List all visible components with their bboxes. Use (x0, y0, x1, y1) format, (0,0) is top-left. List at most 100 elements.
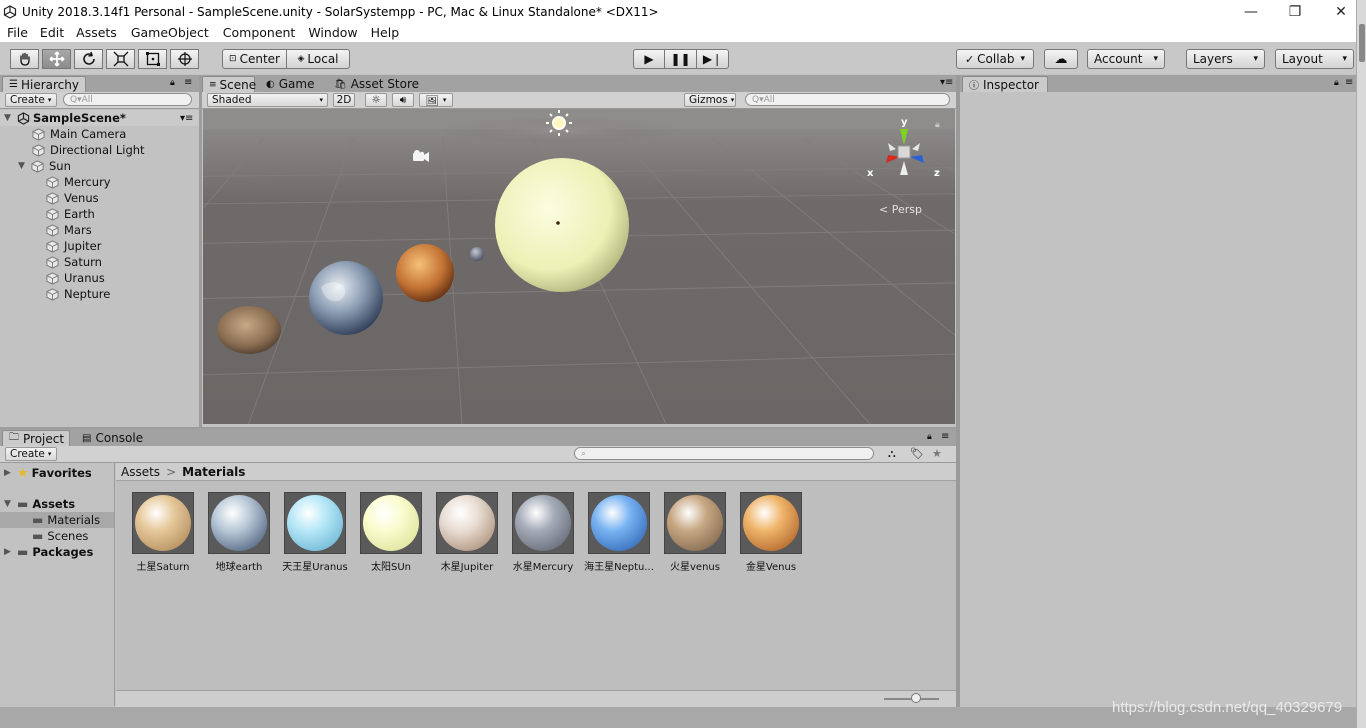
cloud-button[interactable]: ☁ (1044, 49, 1078, 69)
rotate-tool-button[interactable] (74, 49, 103, 69)
hierarchy-item-sun[interactable]: ▼ Sun (18, 158, 71, 174)
window-scrollbar[interactable] (1356, 0, 1366, 728)
hierarchy-item-nepture[interactable]: Nepture (46, 286, 110, 302)
lock-icon[interactable]: 🔒︎ (170, 78, 175, 88)
rotate-icon (82, 51, 95, 65)
expand-arrow-icon[interactable]: ▼ (18, 161, 31, 171)
scale-tool-button[interactable] (106, 49, 135, 69)
material-thumbnail[interactable] (360, 492, 422, 554)
menu-gameobject[interactable]: GameObject (124, 25, 209, 40)
scrollbar-thumb[interactable] (1359, 24, 1365, 62)
project-create-button[interactable]: Create ▾ (5, 447, 57, 461)
expand-arrow-icon[interactable]: ▼ (4, 499, 17, 509)
splitter[interactable] (199, 75, 202, 427)
hierarchy-item-mercury[interactable]: Mercury (46, 174, 111, 190)
tab-asset-store[interactable]: 🛍︎ Asset Store (328, 76, 425, 92)
packages-row[interactable]: ▶ ▬ Packages (4, 544, 93, 560)
scene-row[interactable]: ▼ SampleScene* ▾≡ (0, 110, 199, 126)
favorites-row[interactable]: ▶ ★ Favorites (4, 465, 92, 481)
panel-menu-icon[interactable]: ≡ (1345, 77, 1353, 88)
hierarchy-search-input[interactable]: Q▾All (63, 93, 192, 106)
menu-edit[interactable]: Edit (33, 25, 64, 40)
menu-file[interactable]: File (0, 25, 28, 40)
panel-menu-icon[interactable]: ≡ (184, 77, 192, 88)
material-thumbnail[interactable] (664, 492, 726, 554)
material-thumbnail[interactable] (588, 492, 650, 554)
perspective-label[interactable]: < Persp (879, 203, 922, 216)
gizmos-dropdown[interactable]: Gizmos ▾ (684, 93, 736, 107)
material-thumbnail[interactable] (208, 492, 270, 554)
collab-dropdown[interactable]: ✓ Collab (956, 49, 1034, 69)
layers-dropdown[interactable]: Layers (1186, 49, 1265, 69)
material-thumbnail[interactable] (436, 492, 498, 554)
hierarchy-item-saturn[interactable]: Saturn (46, 254, 102, 270)
lock-icon[interactable]: 🔒︎ (927, 432, 932, 442)
hierarchy-item-mars[interactable]: Mars (46, 222, 92, 238)
collapse-arrow-icon[interactable]: ▶ (4, 468, 17, 478)
assets-row[interactable]: ▼ ▬ Assets (4, 496, 75, 512)
pivot-center-button[interactable]: ⊡ Center (222, 49, 287, 69)
scene-viewport[interactable]: y x z 🔒︎ < Persp (203, 109, 955, 424)
scene-grid (203, 109, 955, 424)
scene-lock-icon[interactable]: 🔒︎ (935, 120, 940, 130)
material-thumbnail[interactable] (740, 492, 802, 554)
material-thumbnail[interactable] (512, 492, 574, 554)
expand-arrow-icon[interactable]: ▼ (4, 113, 17, 123)
shading-mode-dropdown[interactable]: Shaded ▾ (207, 93, 328, 107)
menu-window[interactable]: Window (301, 25, 357, 40)
tab-hierarchy[interactable]: ☰ Hierarchy (2, 76, 86, 92)
tab-console[interactable]: ▤ Console (76, 430, 149, 446)
panel-menu-icon[interactable]: ▾≡ (940, 77, 953, 88)
material-thumbnail[interactable] (284, 492, 346, 554)
icon-size-slider-thumb[interactable] (911, 693, 921, 703)
rect-tool-button[interactable] (138, 49, 167, 69)
breadcrumb-assets[interactable]: Assets (121, 465, 160, 479)
filter-by-label-icon[interactable]: 🏷︎ (910, 447, 924, 460)
transform-tool-button[interactable] (170, 49, 199, 69)
project-search-input[interactable]: ⌕ (574, 447, 874, 460)
filter-by-type-icon[interactable]: ⛬ (888, 447, 896, 461)
effects-dropdown[interactable]: 🖼︎ ▾ (419, 93, 453, 107)
account-dropdown[interactable]: Account (1087, 49, 1165, 69)
maximize-button[interactable]: ❐ (1272, 0, 1318, 23)
scenes-folder-row[interactable]: ▬ Scenes (32, 528, 88, 544)
favorite-star-icon[interactable]: ★ (932, 447, 942, 460)
hierarchy-item-earth[interactable]: Earth (46, 206, 95, 222)
tab-scene[interactable]: ≡ Scene (202, 76, 256, 92)
collapse-arrow-icon[interactable]: ▶ (4, 547, 17, 557)
hierarchy-item-uranus[interactable]: Uranus (46, 270, 105, 286)
hierarchy-item-main-camera[interactable]: Main Camera (32, 126, 126, 142)
hierarchy-create-button[interactable]: Create ▾ (5, 93, 57, 107)
layout-dropdown[interactable]: Layout (1275, 49, 1354, 69)
menu-assets[interactable]: Assets (69, 25, 117, 40)
step-button[interactable]: ▶❘ (696, 49, 729, 69)
material-thumbnail[interactable] (132, 492, 194, 554)
gameobject-cube-icon (46, 239, 59, 253)
scene-search-input[interactable]: Q▾All (745, 93, 950, 106)
play-button[interactable]: ▶ (633, 49, 665, 69)
hierarchy-item-venus[interactable]: Venus (46, 190, 99, 206)
material-sphere-icon (591, 495, 647, 551)
lighting-toggle[interactable]: ☼ (365, 93, 387, 107)
lock-icon[interactable]: 🔒︎ (1334, 78, 1339, 88)
tab-game[interactable]: ◐ Game (260, 76, 320, 92)
tab-inspector[interactable]: ⓘ Inspector (962, 76, 1048, 92)
menu-help[interactable]: Help (364, 25, 400, 40)
pivot-local-button[interactable]: ◈ Local (286, 49, 350, 69)
pause-button[interactable]: ❚❚ (664, 49, 697, 69)
materials-folder-row[interactable]: ▬ Materials (0, 512, 114, 528)
2d-toggle[interactable]: 2D (333, 93, 355, 107)
menu-component[interactable]: Component (216, 25, 296, 40)
axis-orientation-gizmo[interactable]: y x z (866, 117, 946, 187)
tab-project[interactable]: 🗀 Project (2, 430, 70, 446)
breadcrumb-materials[interactable]: Materials (182, 465, 245, 479)
minimize-button[interactable]: — (1228, 0, 1274, 23)
move-tool-button[interactable] (42, 49, 71, 69)
scene-menu-icon[interactable]: ▾≡ (180, 113, 193, 124)
audio-toggle[interactable]: 🔊︎ (392, 93, 414, 107)
hierarchy-item-jupiter[interactable]: Jupiter (46, 238, 102, 254)
panel-menu-icon[interactable]: ≡ (941, 431, 949, 442)
gameobject-cube-icon (32, 143, 45, 157)
hand-tool-button[interactable] (10, 49, 39, 69)
hierarchy-item-directional-light[interactable]: Directional Light (32, 142, 145, 158)
